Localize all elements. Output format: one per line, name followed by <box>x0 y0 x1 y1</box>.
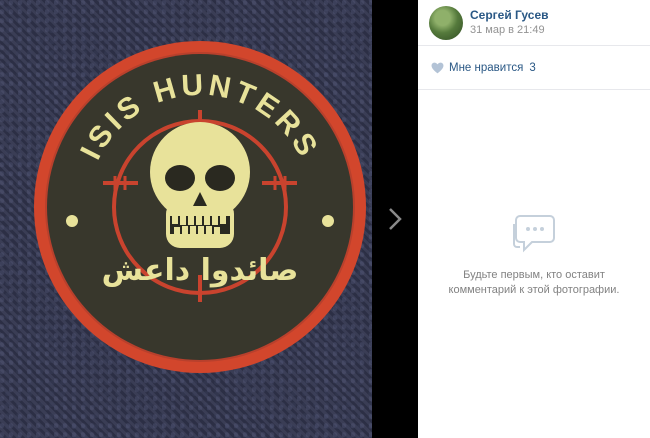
empty-comments: Будьте первым, кто оставит комментарий к… <box>418 210 650 298</box>
photo-viewer: ISIS HUNTERS صائدوا داعش Сергей Гусев 31… <box>0 0 650 438</box>
info-panel: Сергей Гусев 31 мар в 21:49 Мне нравится… <box>418 0 650 438</box>
author-name[interactable]: Сергей Гусев <box>470 8 549 23</box>
like-button[interactable]: Мне нравится 3 <box>431 62 536 74</box>
like-label: Мне нравится <box>449 61 524 74</box>
right-star-icon <box>322 215 334 227</box>
left-star-icon <box>66 215 78 227</box>
avatar[interactable] <box>429 5 463 40</box>
likes-bar: Мне нравится 3 <box>418 46 650 90</box>
author-header: Сергей Гусев 31 мар в 21:49 <box>418 0 650 46</box>
like-count[interactable]: 3 <box>529 62 535 74</box>
next-photo-arrow[interactable] <box>372 0 418 438</box>
patch-bottom-text: صائدوا داعش <box>102 253 299 288</box>
empty-comments-text: Будьте первым, кто оставит комментарий к… <box>448 269 620 296</box>
photo-area: ISIS HUNTERS صائدوا داعش <box>0 0 418 438</box>
comment-bubble-icon <box>513 215 555 253</box>
photo[interactable]: ISIS HUNTERS صائدوا داعش <box>0 0 372 438</box>
heart-icon <box>431 62 444 73</box>
chevron-right-icon <box>389 208 402 230</box>
patch-image: ISIS HUNTERS صائدوا داعش <box>34 41 366 373</box>
post-date[interactable]: 31 мар в 21:49 <box>470 23 549 38</box>
